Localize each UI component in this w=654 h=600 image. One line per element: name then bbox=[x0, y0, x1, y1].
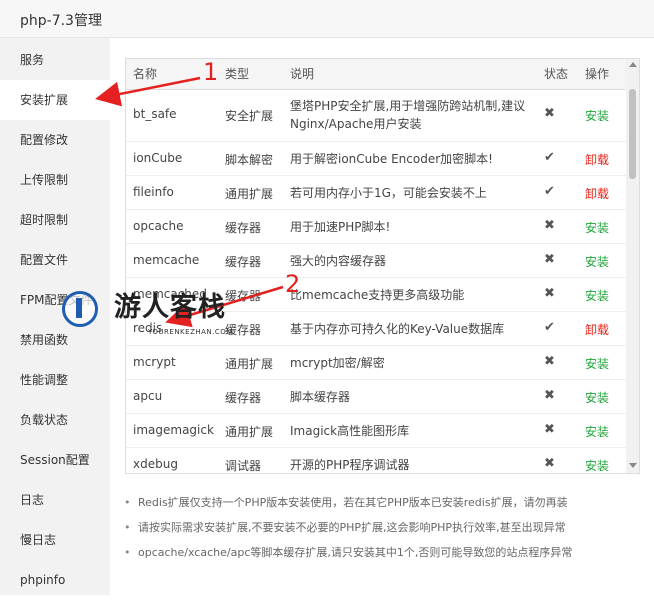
window-title: php-7.3管理 bbox=[20, 13, 102, 29]
ext-desc: mcrypt加密/解密 bbox=[290, 356, 385, 370]
uninstall-button[interactable]: 卸载 bbox=[585, 321, 609, 338]
table-row: fileinfo 通用扩展 若可用内存小于1G，可能会安装不上 ✔ 卸载 bbox=[126, 176, 626, 210]
ext-desc: 用于解密ionCube Encoder加密脚本! bbox=[290, 152, 493, 166]
ext-desc: 强大的内容缓存器 bbox=[290, 254, 387, 268]
ext-name: memcache bbox=[133, 253, 200, 267]
ext-name: fileinfo bbox=[133, 185, 174, 199]
install-button[interactable]: 安装 bbox=[585, 423, 609, 440]
install-button[interactable]: 安装 bbox=[585, 107, 609, 124]
ext-type: 缓存器 bbox=[225, 255, 262, 269]
table-row: ionCube 脚本解密 用于解密ionCube Encoder加密脚本! ✔ … bbox=[126, 142, 626, 176]
ext-desc: 堡塔PHP安全扩展,用于增强防跨站机制,建议Nginx/Apache用户安装 bbox=[290, 99, 526, 131]
table-row: mcrypt 通用扩展 mcrypt加密/解密 ✖ 安装 bbox=[126, 346, 626, 380]
note-item: 请按实际需求安装扩展,不要安装不必要的PHP扩展,这会影响PHP执行效率,甚至出… bbox=[122, 515, 642, 540]
ext-type: 缓存器 bbox=[225, 391, 262, 405]
status-installed-icon: ✔ bbox=[544, 150, 555, 165]
status-not-installed-icon: ✖ bbox=[544, 252, 555, 267]
ext-type: 缓存器 bbox=[225, 221, 262, 235]
status-not-installed-icon: ✖ bbox=[544, 388, 555, 403]
status-not-installed-icon: ✖ bbox=[544, 218, 555, 233]
install-button[interactable]: 安装 bbox=[585, 389, 609, 406]
install-button[interactable]: 安装 bbox=[585, 219, 609, 236]
ext-type: 安全扩展 bbox=[225, 109, 274, 123]
extension-table: 名称 类型 说明 状态 操作 bt_safe 安全扩展 堡塔PHP安全扩展,用于… bbox=[125, 58, 640, 474]
col-header-op: 操作 bbox=[585, 67, 610, 81]
col-header-status: 状态 bbox=[544, 67, 569, 81]
ext-desc: 若可用内存小于1G，可能会安装不上 bbox=[290, 186, 487, 200]
ext-type: 调试器 bbox=[225, 459, 262, 473]
status-installed-icon: ✔ bbox=[544, 184, 555, 199]
ext-desc: 基于内存亦可持久化的Key-Value数据库 bbox=[290, 322, 505, 336]
ext-type: 通用扩展 bbox=[225, 187, 274, 201]
sidebar-item-upload-limit[interactable]: 上传限制 bbox=[0, 160, 110, 200]
ext-type: 通用扩展 bbox=[225, 425, 274, 439]
sidebar-item-service[interactable]: 服务 bbox=[0, 40, 110, 80]
uninstall-button[interactable]: 卸载 bbox=[585, 151, 609, 168]
sidebar-item-phpinfo[interactable]: phpinfo bbox=[0, 560, 110, 600]
table-row: xdebug 调试器 开源的PHP程序调试器 ✖ 安装 bbox=[126, 448, 626, 473]
ext-desc: Imagick高性能图形库 bbox=[290, 424, 410, 438]
watermark-subtext: YOURENKEZHAN.COM bbox=[148, 328, 233, 336]
ext-desc: 脚本缓存器 bbox=[290, 390, 351, 404]
table-body: bt_safe 安全扩展 堡塔PHP安全扩展,用于增强防跨站机制,建议Nginx… bbox=[126, 90, 626, 473]
table-row: apcu 缓存器 脚本缓存器 ✖ 安装 bbox=[126, 380, 626, 414]
ext-desc: 开源的PHP程序调试器 bbox=[290, 458, 410, 472]
ext-desc: 比memcache支持更多高级功能 bbox=[290, 288, 465, 302]
sidebar-item-performance[interactable]: 性能调整 bbox=[0, 360, 110, 400]
status-not-installed-icon: ✖ bbox=[544, 106, 555, 121]
notes-list: Redis扩展仅支持一个PHP版本安装使用，若在其它PHP版本已安装redis扩… bbox=[122, 490, 642, 565]
table-scrollbar[interactable] bbox=[626, 59, 639, 473]
watermark-logo-icon bbox=[62, 291, 98, 327]
scroll-up-arrow-icon[interactable] bbox=[629, 62, 637, 67]
sidebar-item-config-file[interactable]: 配置文件 bbox=[0, 240, 110, 280]
watermark: 游人客栈 YOURENKEZHAN.COM bbox=[62, 283, 262, 343]
scroll-down-arrow-icon[interactable] bbox=[629, 463, 637, 468]
annotation-marker-2: 2 bbox=[285, 270, 301, 298]
status-installed-icon: ✔ bbox=[544, 320, 555, 335]
annotation-marker-1: 1 bbox=[203, 58, 219, 86]
ext-type: 通用扩展 bbox=[225, 357, 274, 371]
status-not-installed-icon: ✖ bbox=[544, 286, 555, 301]
ext-desc: 用于加速PHP脚本! bbox=[290, 220, 391, 234]
col-header-type: 类型 bbox=[225, 67, 250, 81]
note-item: Redis扩展仅支持一个PHP版本安装使用，若在其它PHP版本已安装redis扩… bbox=[122, 490, 642, 515]
sidebar-item-session-config[interactable]: Session配置 bbox=[0, 440, 110, 480]
table-row: bt_safe 安全扩展 堡塔PHP安全扩展,用于增强防跨站机制,建议Nginx… bbox=[126, 90, 626, 142]
ext-name: apcu bbox=[133, 389, 163, 403]
table-header: 名称 类型 说明 状态 操作 bbox=[126, 59, 626, 90]
note-item: opcache/xcache/apc等脚本缓存扩展,请只安装其中1个,否则可能导… bbox=[122, 540, 642, 565]
ext-type: 脚本解密 bbox=[225, 153, 274, 167]
table-row: imagemagick 通用扩展 Imagick高性能图形库 ✖ 安装 bbox=[126, 414, 626, 448]
ext-name: bt_safe bbox=[133, 107, 177, 121]
ext-name: mcrypt bbox=[133, 355, 176, 369]
sidebar-item-timeout-limit[interactable]: 超时限制 bbox=[0, 200, 110, 240]
scroll-thumb[interactable] bbox=[629, 89, 636, 179]
sidebar-item-slow-log[interactable]: 慢日志 bbox=[0, 520, 110, 560]
table-row: memcache 缓存器 强大的内容缓存器 ✖ 安装 bbox=[126, 244, 626, 278]
sidebar-item-config-edit[interactable]: 配置修改 bbox=[0, 120, 110, 160]
table-row: opcache 缓存器 用于加速PHP脚本! ✖ 安装 bbox=[126, 210, 626, 244]
col-header-desc: 说明 bbox=[290, 67, 315, 81]
install-button[interactable]: 安装 bbox=[585, 457, 609, 473]
window-titlebar: php-7.3管理 bbox=[0, 0, 654, 38]
install-button[interactable]: 安装 bbox=[585, 253, 609, 270]
sidebar-item-install-extension[interactable]: 安装扩展 bbox=[0, 80, 110, 120]
sidebar-item-load-status[interactable]: 负载状态 bbox=[0, 400, 110, 440]
uninstall-button[interactable]: 卸载 bbox=[585, 185, 609, 202]
status-not-installed-icon: ✖ bbox=[544, 456, 555, 471]
sidebar-item-log[interactable]: 日志 bbox=[0, 480, 110, 520]
ext-name: ionCube bbox=[133, 151, 183, 165]
install-button[interactable]: 安装 bbox=[585, 287, 609, 304]
ext-name: opcache bbox=[133, 219, 184, 233]
ext-name: xdebug bbox=[133, 457, 178, 471]
install-button[interactable]: 安装 bbox=[585, 355, 609, 372]
watermark-text: 游人客栈 bbox=[114, 292, 226, 323]
status-not-installed-icon: ✖ bbox=[544, 354, 555, 369]
status-not-installed-icon: ✖ bbox=[544, 422, 555, 437]
col-header-name: 名称 bbox=[133, 67, 158, 81]
ext-name: imagemagick bbox=[133, 423, 214, 437]
